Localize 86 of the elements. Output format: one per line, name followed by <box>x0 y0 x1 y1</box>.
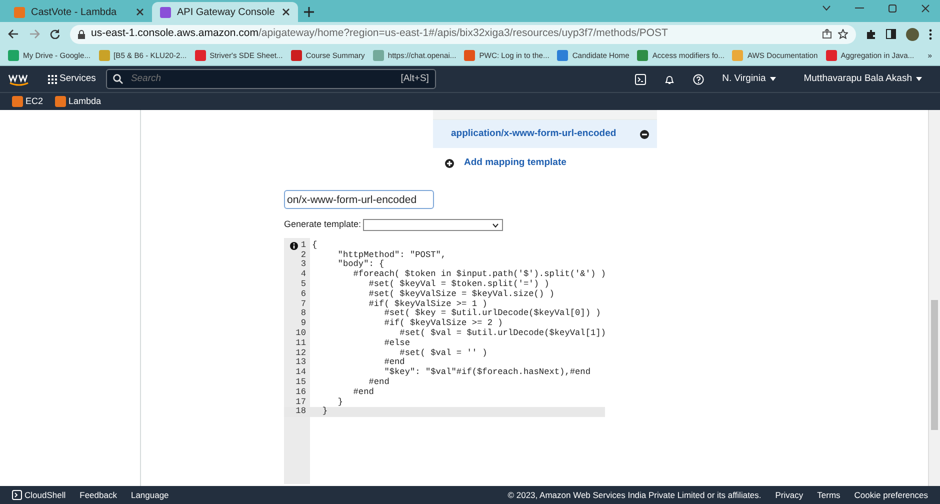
aws-logo-icon[interactable] <box>8 72 30 86</box>
line-number: 1 <box>300 240 306 251</box>
star-icon[interactable] <box>838 29 848 39</box>
code-line: #if( $keyValSize >= 2 ) <box>383 319 504 328</box>
new-tab-icon[interactable] <box>304 7 314 17</box>
line-number: 11 <box>296 338 306 349</box>
line-number: 5 <box>300 280 306 290</box>
code-line: } <box>336 398 344 408</box>
footer-link[interactable]: Language <box>130 488 169 502</box>
browser-tab[interactable]: API Gateway Console <box>152 2 298 22</box>
code-line: "$key": "$val"#if($foreach.hasNext),#end <box>383 368 592 378</box>
region-menu[interactable]: N. Virginia <box>722 72 766 86</box>
close-icon[interactable] <box>282 8 290 16</box>
code-line: #set( $val = $util.urlDecode($keyVal[1]) <box>398 328 605 338</box>
code-line: #set( $val = '' ) <box>400 348 488 358</box>
content-type-row[interactable]: application/x-www-form-url-encoded <box>433 120 657 148</box>
scrollbar[interactable] <box>928 110 940 486</box>
line-number: 14 <box>296 368 306 378</box>
favorite-link[interactable]: EC2 <box>26 94 44 108</box>
lock-icon <box>78 30 85 38</box>
grid-icon <box>48 74 57 84</box>
services-menu[interactable]: Services <box>60 72 96 86</box>
browser-tab[interactable]: CastVote - Lambda <box>6 2 152 22</box>
sidebar-icon[interactable] <box>886 29 896 39</box>
search-icon <box>112 74 123 84</box>
line-number: 12 <box>296 348 306 358</box>
maximize-icon[interactable] <box>888 4 897 12</box>
line-number: 4 <box>300 270 306 280</box>
line-number: 13 <box>296 358 306 368</box>
terminal-icon <box>12 490 22 500</box>
caret-icon <box>770 77 776 81</box>
code-line: #foreach( $token in $input.path('$').split('&') ) <box>352 270 605 280</box>
add-icon[interactable] <box>445 158 454 168</box>
puzzle-icon[interactable] <box>866 29 876 39</box>
line-number: 15 <box>296 378 306 388</box>
code-line: #set( $keyVal = $token.split('=') ) <box>368 280 550 290</box>
line-number: 2 <box>300 250 306 260</box>
terminal-icon[interactable] <box>635 74 646 84</box>
avatar-icon[interactable] <box>906 28 919 40</box>
share-icon[interactable] <box>822 29 832 39</box>
line-number: 7 <box>300 300 306 309</box>
add-mapping-template-link[interactable]: Add mapping template <box>464 156 566 170</box>
chevron-down-icon[interactable] <box>822 5 831 11</box>
footer-link[interactable]: CloudShell <box>24 488 66 502</box>
code-line: #end <box>368 378 390 388</box>
footer-link[interactable]: Feedback <box>80 488 117 502</box>
search-input[interactable]: Search <box>128 70 395 88</box>
line-number: 10 <box>296 328 306 339</box>
back-icon[interactable] <box>8 29 19 39</box>
line-number: 3 <box>300 260 306 270</box>
generate-template-label: Generate template: <box>284 218 362 232</box>
line-number: 16 <box>296 388 306 398</box>
favorite-link[interactable]: Lambda <box>68 94 102 108</box>
code-line: #set( $keyValSize = $keyVal.size() ) <box>368 290 556 300</box>
help-icon[interactable] <box>693 74 704 84</box>
reload-icon[interactable] <box>50 29 60 39</box>
line-number: 17 <box>296 398 306 407</box>
code-line: "body": { <box>336 260 386 270</box>
line-number: 18 <box>296 407 306 418</box>
code-line: #set( $key = $util.urlDecode($keyVal[0]) ) <box>383 309 602 318</box>
footer-link[interactable]: Terms <box>817 488 840 502</box>
code-line: #else <box>383 338 411 348</box>
caret-icon <box>492 222 500 228</box>
copyright-text: © 2023, Amazon Web Services India Private Limited or its affiliates. <box>508 488 762 502</box>
code-line: #end <box>352 388 375 398</box>
line-number: 9 <box>300 319 306 329</box>
footer-link[interactable]: Privacy <box>775 488 804 502</box>
search-field[interactable]: Search [Alt+S] <box>106 69 436 89</box>
close-icon[interactable] <box>136 8 144 16</box>
template-dropdown[interactable] <box>363 219 504 231</box>
code-line: "httpMethod": "POST", <box>336 250 448 260</box>
line-number: 8 <box>300 309 306 319</box>
remove-icon[interactable] <box>640 130 649 138</box>
close-icon[interactable] <box>921 4 930 12</box>
account-menu[interactable]: Mutthavarapu Bala Akash <box>804 72 912 86</box>
bell-icon[interactable] <box>664 74 676 84</box>
code-line: { <box>311 240 318 251</box>
content-type-field[interactable]: on/x-www-form-url-encoded <box>284 190 434 210</box>
code-line: #end <box>383 358 406 368</box>
minimize-icon[interactable] <box>855 7 864 9</box>
address-bar[interactable]: us-east-1.console.aws.amazon.com/apigateway/home?region=us-east-1#/apis/bix32xiga3/resources/uyp3f7/methods/POST <box>70 24 856 44</box>
code-line: #if( $keyValSize >= 1 ) <box>368 300 488 309</box>
footer-link[interactable]: Cookie preferences <box>854 488 928 502</box>
caret-icon <box>916 77 922 81</box>
menu-icon[interactable] <box>929 28 932 40</box>
line-number: 6 <box>300 290 306 300</box>
